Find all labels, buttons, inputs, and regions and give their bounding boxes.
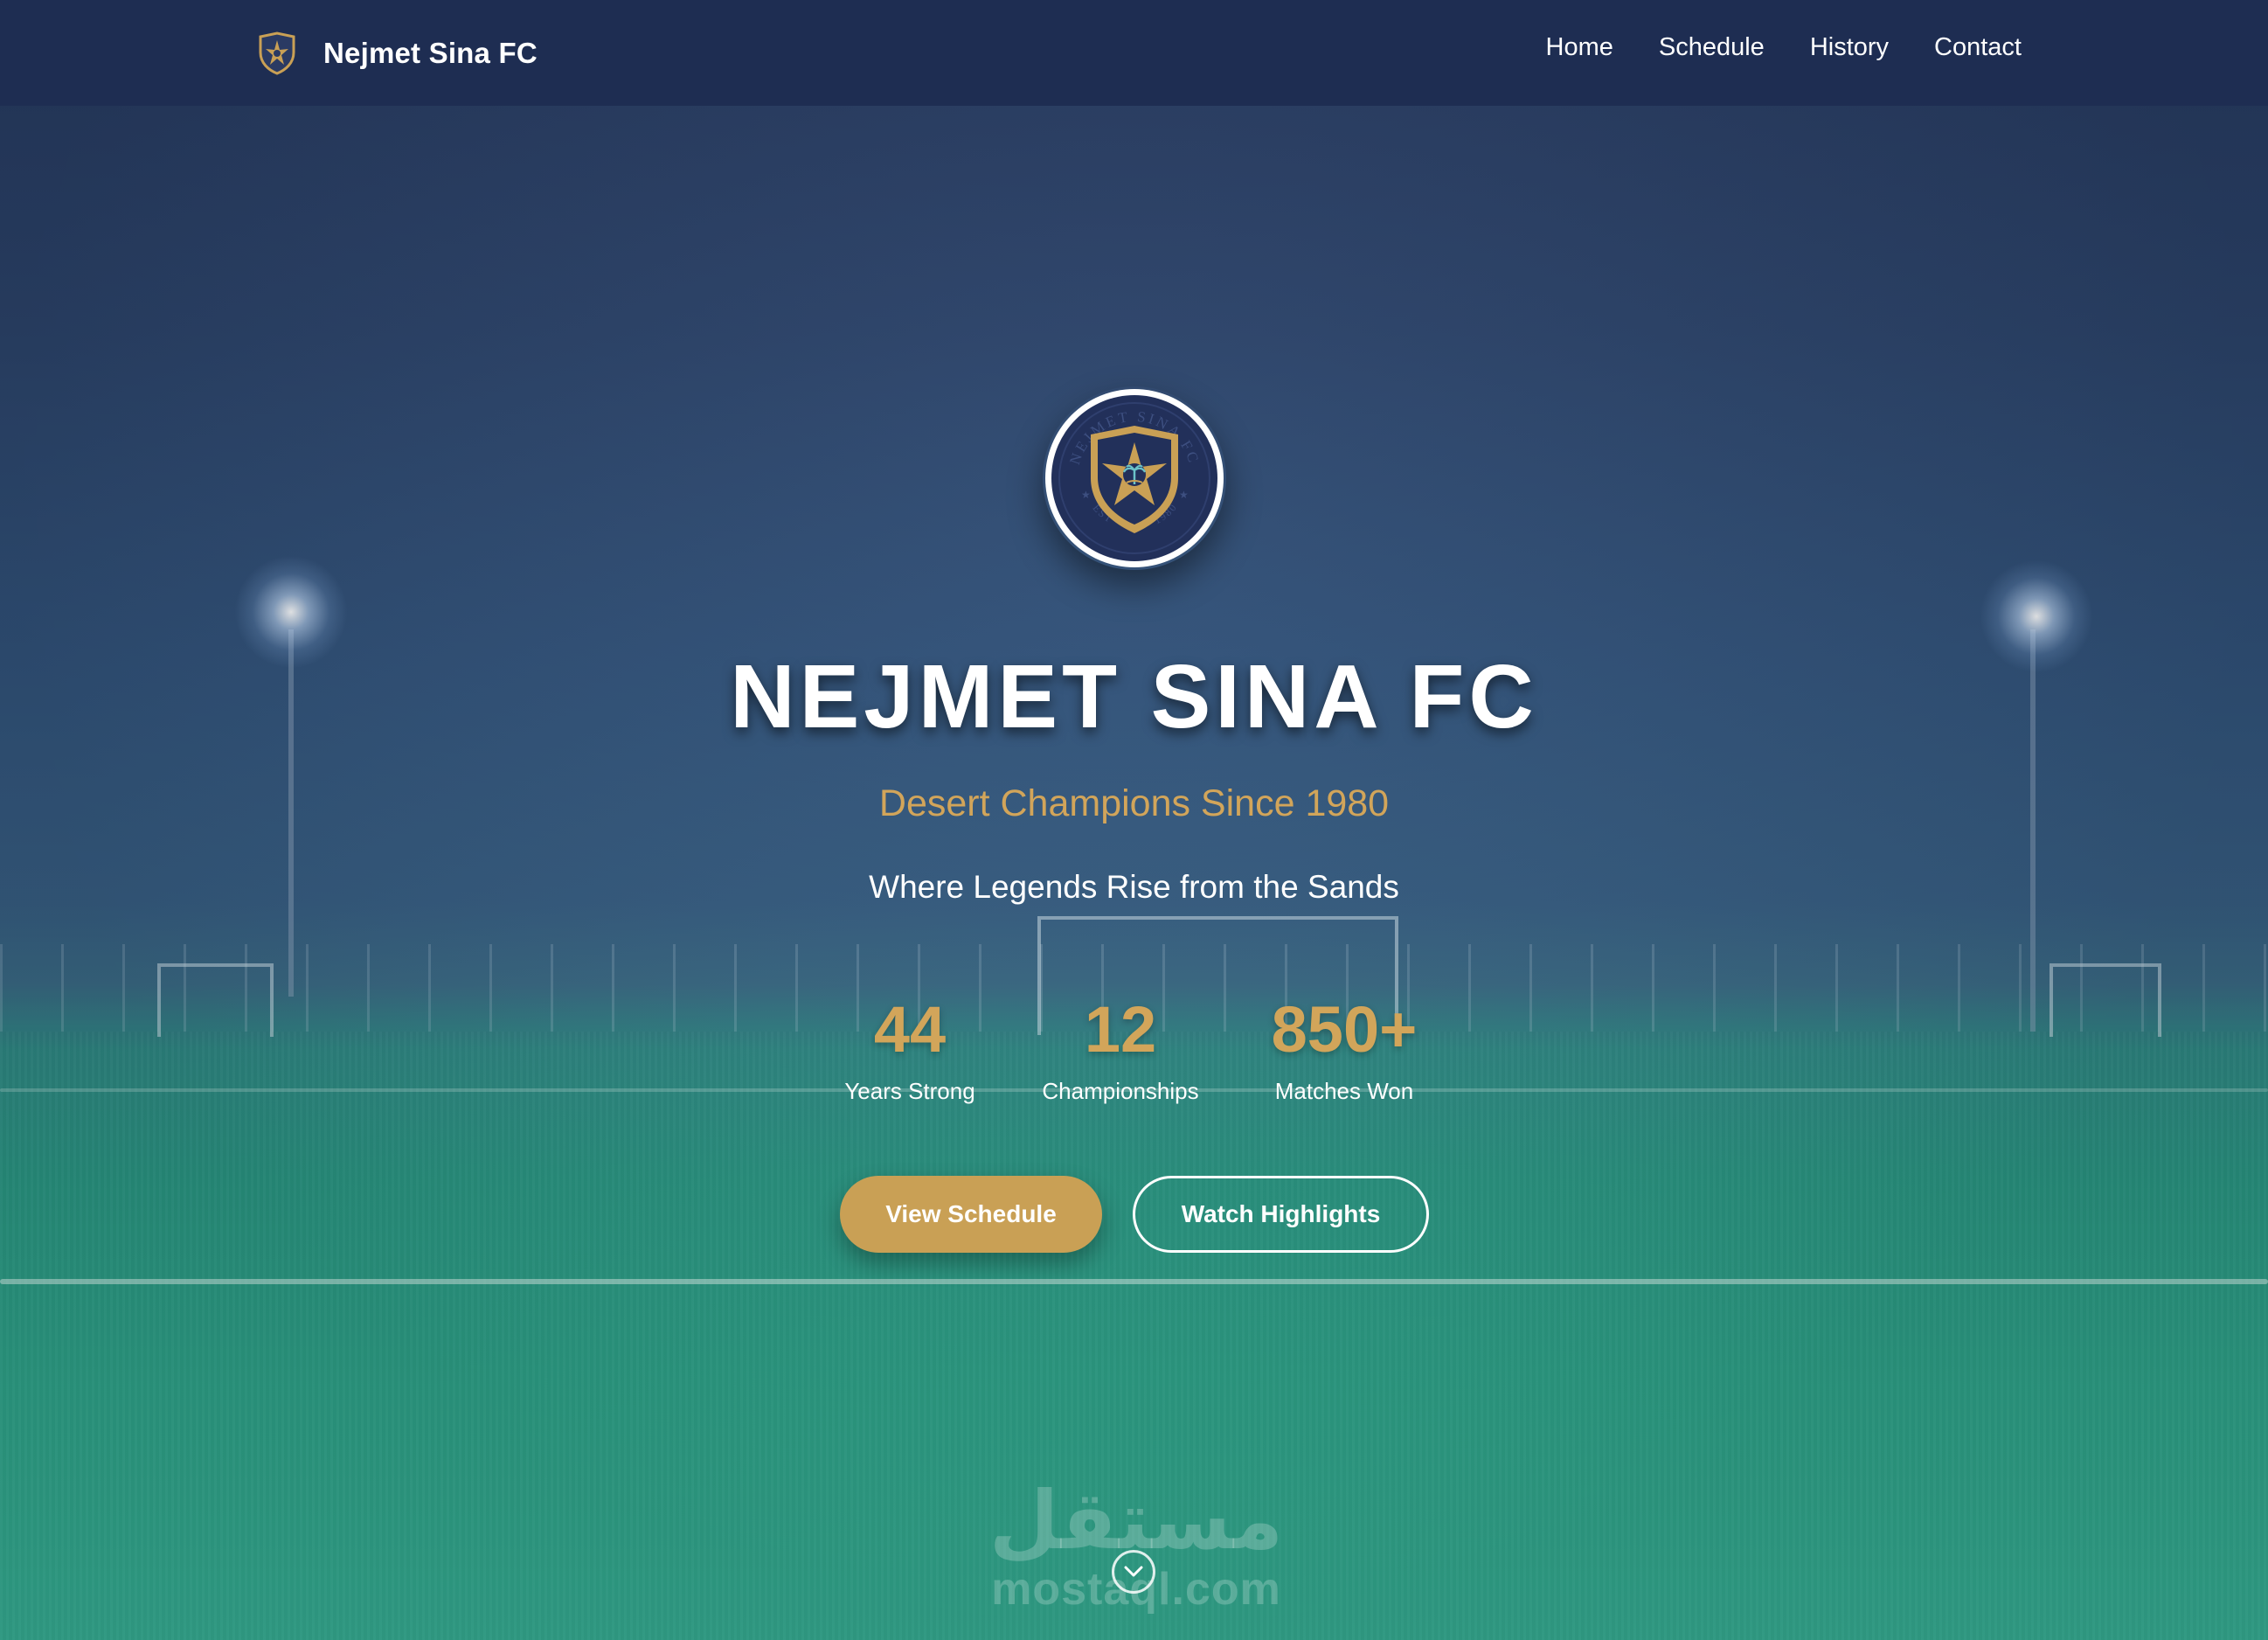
hero-title: NEJMET SINA FC xyxy=(730,646,1538,747)
stat-championships: 12 Championships xyxy=(1007,992,1234,1105)
view-schedule-button[interactable]: View Schedule xyxy=(840,1176,1102,1253)
hero-tagline: Where Legends Rise from the Sands xyxy=(869,869,1399,905)
scroll-down-button[interactable] xyxy=(1112,1550,1155,1594)
club-crest-icon: NEJMET SINA FC EST 1980 ★ ★ xyxy=(1045,389,1224,567)
hero-section: NEJMET SINA FC EST 1980 ★ ★ NEJMET SINA xyxy=(0,0,2268,1640)
crest-star-right-icon: ★ xyxy=(1179,489,1189,501)
watch-highlights-button[interactable]: Watch Highlights xyxy=(1133,1176,1429,1253)
stat-years: 44 Years Strong xyxy=(796,992,1023,1105)
chevron-down-icon xyxy=(1124,1566,1143,1577)
crest-icon xyxy=(259,31,295,75)
stat-years-value: 44 xyxy=(873,993,947,1066)
stat-championships-label: Championships xyxy=(1042,1078,1199,1104)
brand[interactable]: Nejmet Sina FC xyxy=(257,31,538,75)
nav-home[interactable]: Home xyxy=(1546,33,1613,62)
nav-schedule[interactable]: Schedule xyxy=(1659,33,1765,62)
stat-matches-label: Matches Won xyxy=(1274,1078,1414,1104)
nav-history[interactable]: History xyxy=(1810,33,1889,62)
navbar: Nejmet Sina FC Home Schedule History Con… xyxy=(0,0,2268,106)
brand-name: Nejmet Sina FC xyxy=(323,37,538,69)
page: مستقل mostaql.com Nejmet Sina FC Home Sc… xyxy=(0,0,2268,1640)
stat-championships-value: 12 xyxy=(1084,993,1157,1066)
nav-contact[interactable]: Contact xyxy=(1934,33,2022,62)
stat-matches: 850+ Matches Won xyxy=(1231,992,1458,1105)
crest-star-left-icon: ★ xyxy=(1081,489,1091,501)
stats-row: 44 Years Strong 12 Championships 850+ Ma… xyxy=(0,992,2268,1115)
stat-years-label: Years Strong xyxy=(844,1078,975,1104)
hero-subtitle: Desert Champions Since 1980 xyxy=(878,782,1390,824)
club-crest: NEJMET SINA FC EST 1980 ★ ★ xyxy=(1043,386,1226,570)
stat-matches-value: 850+ xyxy=(1271,993,1418,1066)
nav-links: Home Schedule History Contact xyxy=(1546,33,2022,62)
